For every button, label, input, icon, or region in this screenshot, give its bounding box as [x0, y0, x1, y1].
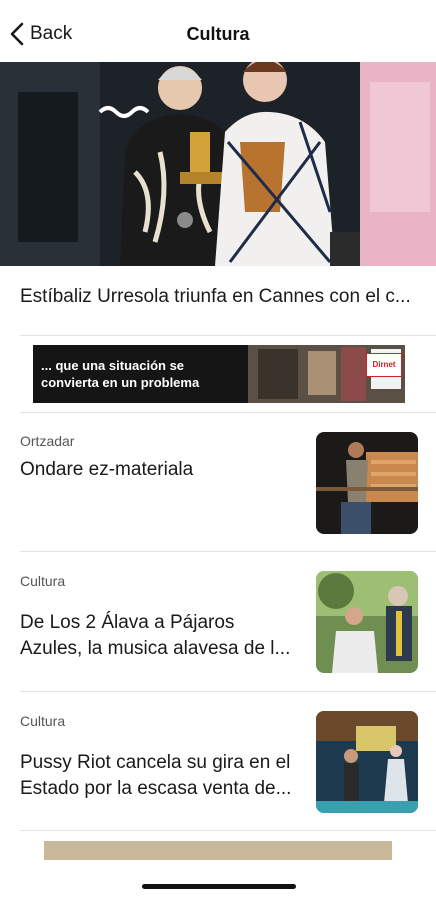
article-category: Cultura: [20, 713, 66, 729]
nav-bar: Back Cultura: [0, 0, 436, 62]
article-title: De Los 2 Álava a Pájaros Azules, la musi…: [20, 612, 291, 659]
page-title: Cultura: [186, 24, 250, 44]
featured-image[interactable]: [0, 62, 436, 266]
list-item[interactable]: Cultura Pussy Riot cancela su gira en el…: [0, 692, 436, 831]
divider: [20, 830, 436, 831]
article-thumbnail: [316, 571, 418, 673]
ad-logo: Dirnet: [366, 353, 402, 377]
featured-photo: [0, 62, 436, 266]
article-category: Ortzadar: [20, 433, 75, 449]
ad-text: ... que una situación se convierta en un…: [41, 358, 200, 390]
list-item[interactable]: Cultura De Los 2 Álava a Pájaros Azules,…: [0, 552, 436, 691]
article-thumbnail: [316, 432, 418, 534]
list-item[interactable]: Ortzadar Ondare ez-materiala: [0, 412, 436, 552]
bottom-ad-banner[interactable]: [44, 841, 392, 860]
featured-headline[interactable]: Estíbaliz Urresola triunfa en Cannes con…: [20, 286, 418, 308]
ad-banner[interactable]: ... que una situación se convierta en un…: [33, 345, 405, 403]
article-category: Cultura: [20, 573, 66, 589]
article-thumbnail: [316, 711, 418, 813]
article-title: Ondare ez-materiala: [20, 459, 194, 480]
article-title: Pussy Riot cancela su gira en el Estado …: [20, 752, 292, 799]
home-indicator[interactable]: [142, 884, 296, 889]
ad-logo-text: Dirnet: [372, 360, 396, 369]
divider: [20, 335, 436, 336]
